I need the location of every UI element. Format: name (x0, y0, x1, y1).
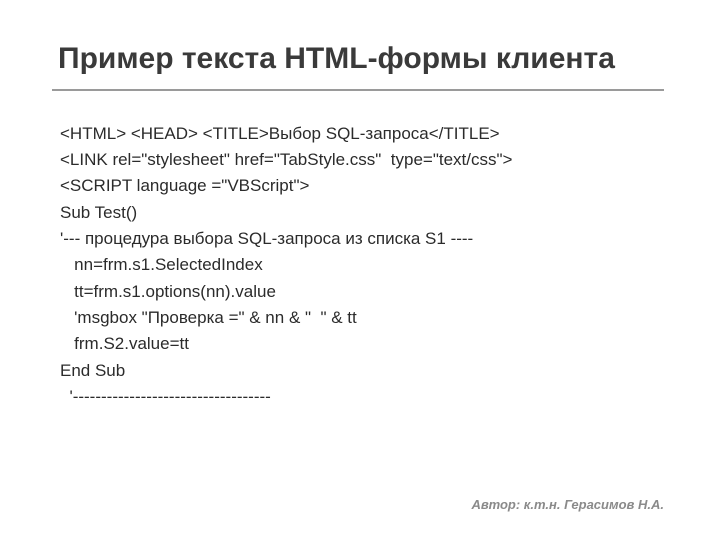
slide-title: Пример текста HTML-формы клиента (58, 42, 668, 77)
code-block: <HTML> <HEAD> <TITLE>Выбор SQL-запроса</… (60, 121, 668, 411)
slide: Пример текста HTML-формы клиента <HTML> … (0, 0, 720, 540)
author-credit: Автор: к.т.н. Герасимов Н.А. (472, 497, 664, 512)
title-underline (52, 89, 664, 91)
